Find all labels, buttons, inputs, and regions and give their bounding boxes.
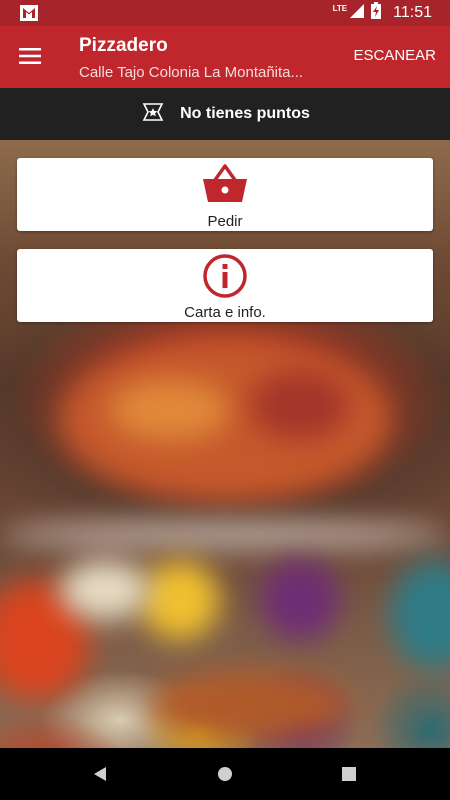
order-card-label: Pedir (207, 213, 243, 230)
points-badge-icon (140, 102, 166, 127)
system-nav-bar (0, 748, 450, 800)
scan-button[interactable]: ESCANEAR (353, 47, 436, 64)
menu-button[interactable] (10, 36, 50, 76)
points-status-text: No tienes puntos (180, 105, 310, 122)
back-button[interactable] (88, 762, 112, 786)
status-bar: LTE 11:51 (0, 0, 450, 26)
status-time: 11:51 (393, 4, 432, 21)
order-card[interactable]: Pedir (17, 158, 433, 231)
battery-charging-icon (371, 2, 382, 24)
menu-info-card-label: Carta e info. (184, 304, 266, 321)
home-button[interactable] (213, 762, 237, 786)
info-icon (202, 253, 248, 304)
home-circle-icon (218, 767, 232, 781)
basket-icon (201, 162, 249, 209)
gmail-notification-icon (20, 5, 38, 26)
signal-icon (349, 3, 365, 24)
network-type-label: LTE (332, 3, 348, 13)
points-banner: No tienes puntos (0, 88, 450, 140)
back-triangle-icon (94, 767, 106, 781)
recents-square-icon (342, 767, 356, 781)
menu-info-card[interactable]: Carta e info. (17, 249, 433, 322)
restaurant-title: Pizzadero (79, 35, 168, 56)
background-food-image (0, 140, 450, 748)
recents-button[interactable] (337, 762, 361, 786)
restaurant-address: Calle Tajo Colonia La Montañita... (79, 64, 304, 81)
hamburger-menu-icon (19, 48, 41, 64)
app-bar: Pizzadero Calle Tajo Colonia La Montañit… (0, 26, 450, 88)
